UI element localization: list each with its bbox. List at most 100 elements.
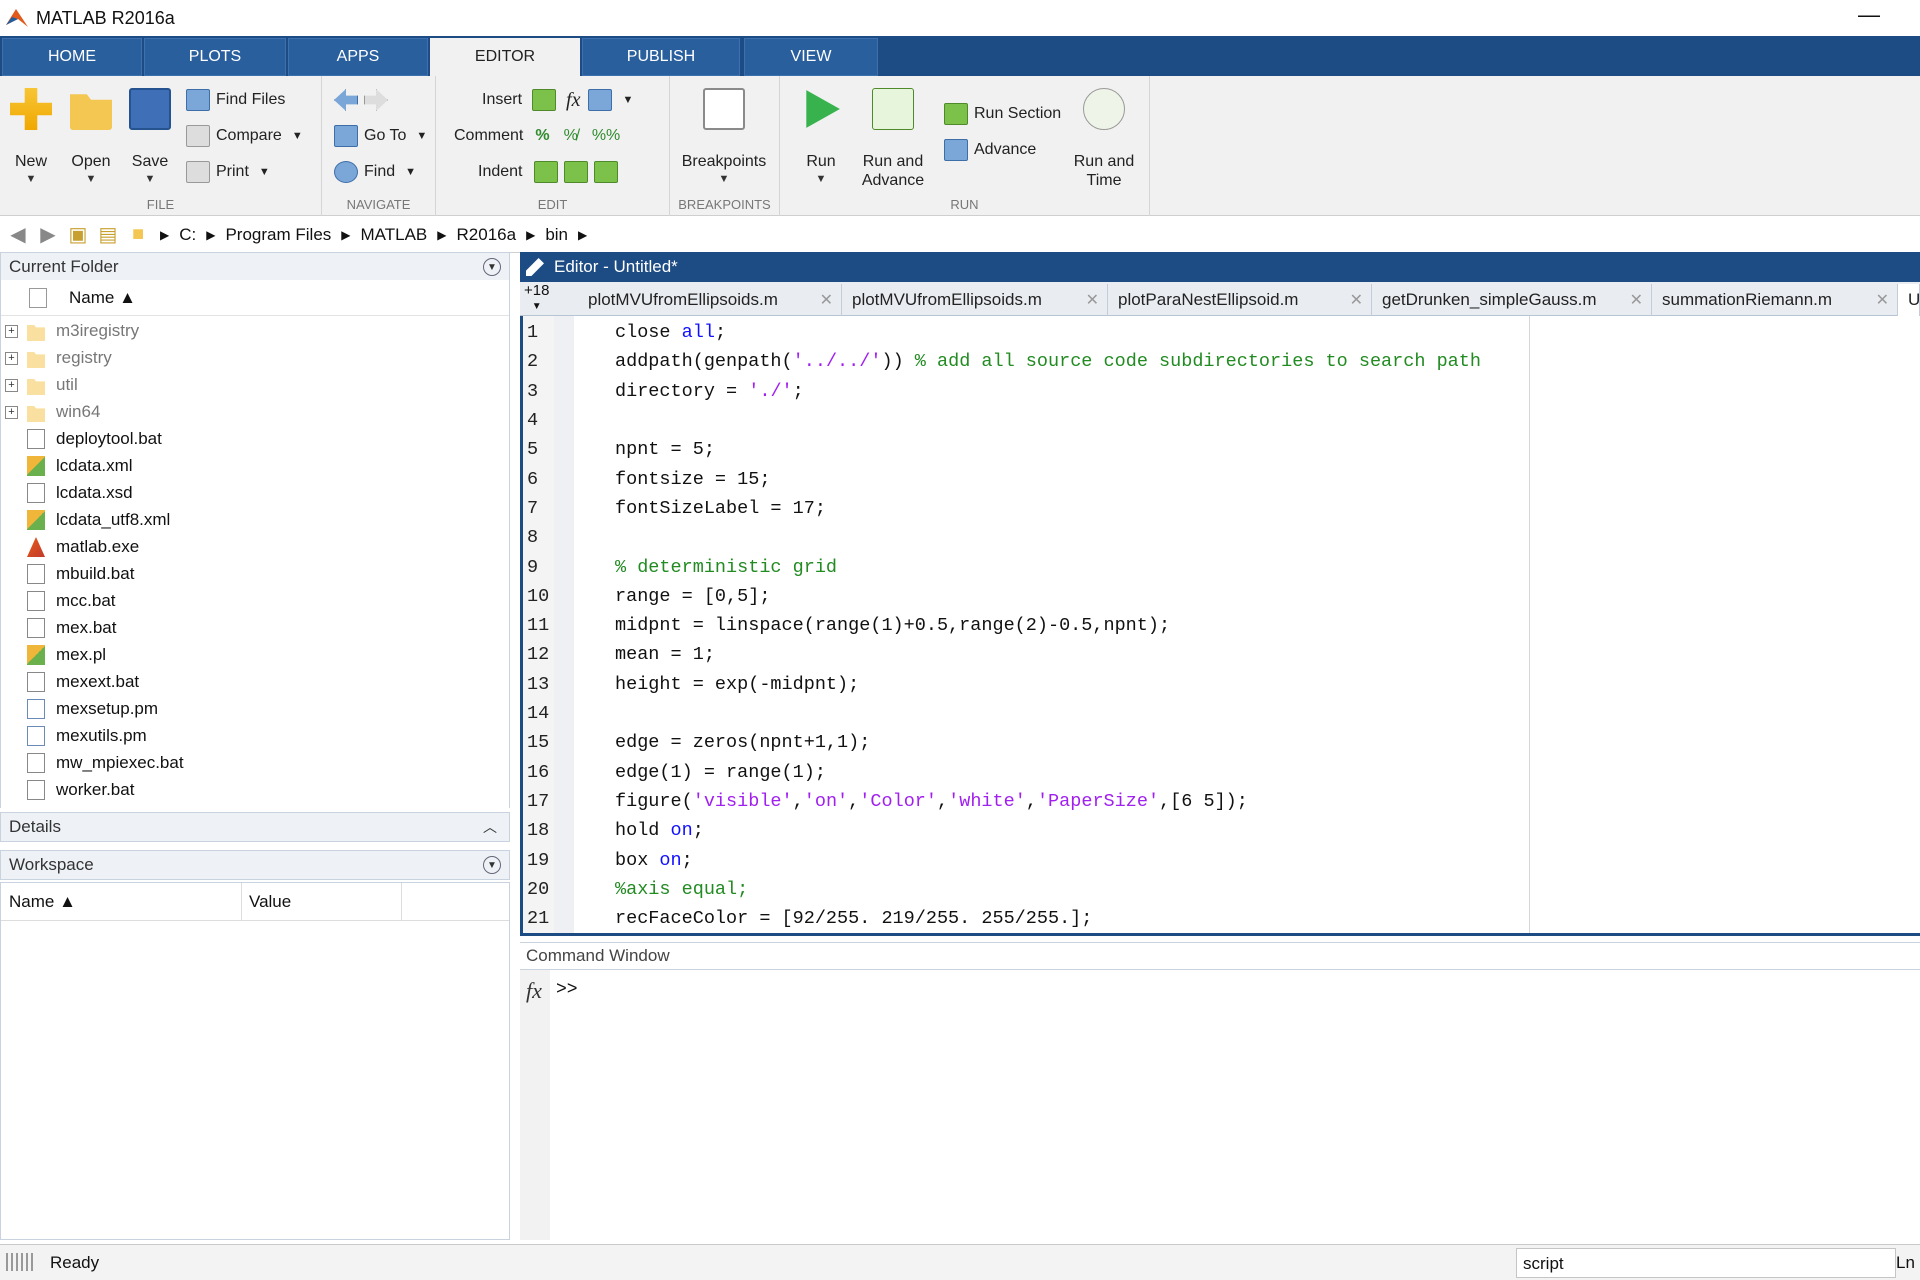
comment-percent-icon[interactable]: %: [535, 127, 549, 145]
fx-icon[interactable]: fx: [566, 89, 580, 112]
breadcrumb-matlab[interactable]: MATLAB: [361, 225, 428, 245]
minimize-button[interactable]: —: [1858, 2, 1880, 28]
command-window[interactable]: fx >>: [520, 970, 1920, 1240]
tab-apps[interactable]: APPS: [288, 38, 428, 76]
name-column-header[interactable]: Name ▲: [69, 288, 136, 308]
expand-icon[interactable]: +: [5, 378, 18, 392]
edit-section: Insert fx ▼ Comment % %̸ %% Indent EDIT: [436, 76, 670, 216]
compare-button[interactable]: Compare ▼: [186, 122, 303, 150]
details-header: Details ︿: [0, 812, 510, 842]
forward-arrow-icon[interactable]: ▶: [36, 223, 60, 247]
code-text: % deterministic grid: [615, 557, 837, 578]
bat-file-icon: [27, 564, 45, 584]
pm-file-icon: [27, 699, 45, 719]
code-token: on: [659, 849, 682, 871]
code-token: figure(: [615, 790, 693, 812]
find-files-button[interactable]: Find Files: [186, 86, 285, 114]
expand-icon[interactable]: +: [5, 324, 18, 338]
editor-tab[interactable]: plotMVUfromEllipsoids.m ✕: [842, 284, 1108, 316]
breakpoints-button[interactable]: Breakpoints ▼: [674, 82, 774, 200]
code-token: ;: [792, 380, 804, 402]
more-tabs-button[interactable]: +18 ▼: [524, 283, 549, 314]
breadcrumb-r2016a[interactable]: R2016a: [457, 225, 517, 245]
open-button[interactable]: Open ▼: [62, 82, 120, 200]
tab-editor[interactable]: EDITOR: [430, 38, 580, 76]
code-token: all: [681, 322, 715, 344]
code-token: ,: [937, 790, 949, 812]
command-window-gutter: [520, 970, 550, 1240]
breakpoint-gutter[interactable]: [554, 316, 574, 933]
line-number: 7: [527, 497, 539, 519]
collapse-chevron-up-icon[interactable]: ︿: [483, 817, 497, 837]
editor-tab[interactable]: getDrunken_simpleGauss.m ✕: [1372, 284, 1652, 316]
comment-button[interactable]: Comment % %̸ %%: [454, 122, 620, 150]
run-and-time-button[interactable]: Run and Time: [1070, 82, 1138, 200]
run-play-icon: [806, 90, 840, 128]
editor-tab[interactable]: plotParaNestEllipsoid.m ✕: [1108, 284, 1372, 316]
tab-home[interactable]: HOME: [2, 38, 142, 76]
go-to-button[interactable]: Go To ▼: [334, 122, 427, 150]
chevron-down-icon: ▼: [291, 130, 303, 142]
insert-button[interactable]: Insert fx ▼: [482, 86, 633, 114]
breakpoints-section-title: BREAKPOINTS: [678, 197, 771, 212]
code-editor[interactable]: 1 close all; 2 addpath(genpath('../../')) %…: [520, 316, 1920, 936]
indent-button[interactable]: Indent: [478, 158, 624, 186]
column-divider[interactable]: [241, 883, 242, 921]
close-icon[interactable]: ✕: [1350, 290, 1363, 310]
title-bar: MATLAB R2016a —: [0, 0, 1920, 36]
panel-options-icon[interactable]: ▼: [483, 258, 501, 276]
new-button[interactable]: New ▼: [2, 82, 60, 200]
path-separator-icon[interactable]: ▶: [578, 228, 587, 242]
line-number: 5: [527, 439, 539, 461]
print-button[interactable]: Print ▼: [186, 158, 270, 186]
tab-publish[interactable]: PUBLISH: [582, 38, 740, 76]
run-button[interactable]: Run ▼: [792, 82, 850, 200]
breadcrumb-program-files[interactable]: Program Files: [225, 225, 331, 245]
workspace-header: Workspace ▼: [0, 850, 510, 880]
column-divider[interactable]: [401, 883, 402, 921]
close-icon[interactable]: ✕: [1876, 290, 1889, 310]
expand-icon[interactable]: +: [5, 351, 18, 365]
find-button[interactable]: Find ▼: [334, 158, 416, 186]
function-browser-fx-icon[interactable]: fx: [526, 978, 542, 1004]
run-section-button[interactable]: Run Section: [944, 100, 1061, 128]
code-token: on: [670, 820, 693, 842]
tab-plots[interactable]: PLOTS: [144, 38, 286, 76]
run-and-advance-button[interactable]: Run and Advance: [860, 82, 926, 200]
code-token: npnt = 5;: [615, 439, 715, 461]
close-icon[interactable]: ✕: [1086, 290, 1099, 310]
code-text: npnt = 5;: [615, 439, 715, 460]
code-text: %axis equal;: [615, 879, 748, 900]
compare-icon: [186, 125, 210, 147]
wrap-comments-icon[interactable]: %%: [592, 127, 620, 145]
close-icon[interactable]: ✕: [1630, 290, 1643, 310]
close-icon[interactable]: ✕: [820, 290, 833, 310]
tab-view[interactable]: VIEW: [744, 38, 878, 76]
file-name: mexutils.pm: [56, 726, 147, 745]
editor-tab[interactable]: summationRiemann.m ✕: [1652, 284, 1898, 316]
up-folder-icon[interactable]: ▣: [66, 223, 90, 247]
editor-tab[interactable]: plotMVUfromEllipsoids.m ✕: [578, 284, 842, 316]
back-forward-buttons[interactable]: [334, 86, 394, 114]
code-token: ,: [848, 790, 860, 812]
browse-folder-icon[interactable]: ▤: [96, 223, 120, 247]
current-folder-header: Current Folder ▼: [0, 252, 510, 282]
chevron-down-icon: ▼: [405, 166, 417, 178]
workspace-value-column[interactable]: Value: [249, 892, 291, 912]
line-number: 14: [527, 703, 550, 725]
code-text: midpnt = linspace(range(1)+0.5,range(2)-…: [615, 615, 1170, 636]
advance-button[interactable]: Advance: [944, 136, 1036, 164]
editor-tab-active[interactable]: Un: [1898, 284, 1920, 316]
code-token: range = [0,5];: [615, 585, 771, 607]
column-header[interactable]: Name ▲: [1, 280, 509, 316]
save-button[interactable]: Save ▼: [121, 82, 179, 200]
expand-icon[interactable]: +: [5, 405, 18, 419]
code-token: directory =: [615, 380, 749, 402]
breadcrumb-bin[interactable]: bin: [545, 225, 568, 245]
back-arrow-icon[interactable]: ◀: [6, 223, 30, 247]
workspace-name-column[interactable]: Name ▲: [9, 892, 76, 912]
code-token: )): [881, 351, 915, 373]
panel-options-icon[interactable]: ▼: [483, 856, 501, 874]
uncomment-icon[interactable]: %̸: [564, 127, 578, 145]
breadcrumb-c[interactable]: C:: [179, 225, 196, 245]
